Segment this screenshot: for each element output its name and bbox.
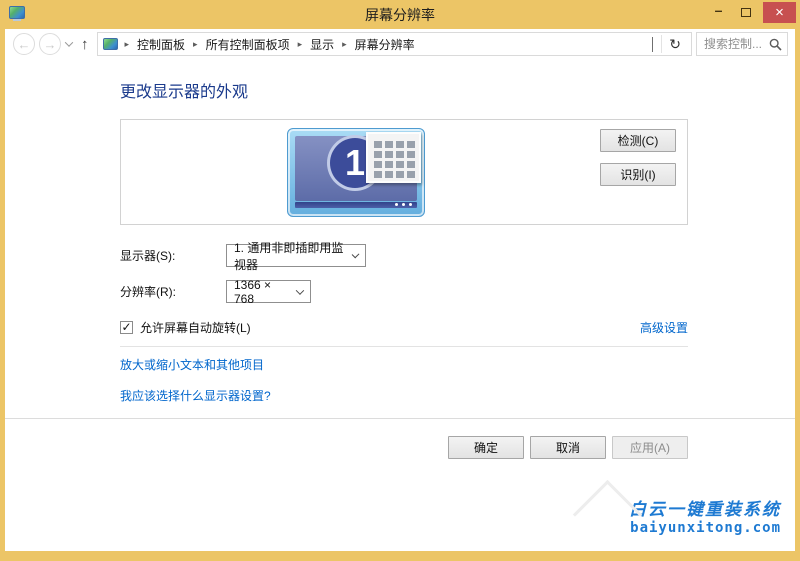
rotation-checkbox-label: 允许屏幕自动旋转(L) xyxy=(140,321,251,335)
dialog-buttons: 确定 取消 应用(A) xyxy=(5,436,688,459)
tile-grid-icon xyxy=(374,140,416,178)
preview-buttons: 检测(C) 识别(I) xyxy=(600,129,676,186)
ok-button[interactable]: 确定 xyxy=(448,436,524,459)
advanced-settings-link[interactable]: 高级设置 xyxy=(640,319,688,336)
watermark-title: 白云一键重装系统 xyxy=(629,499,781,519)
page-title: 更改显示器的外观 xyxy=(120,84,249,101)
breadcrumb-item-all-items[interactable]: 所有控制面板项 xyxy=(203,35,293,54)
monitor-bottom-strip xyxy=(295,202,417,208)
maximize-icon xyxy=(740,8,751,17)
breadcrumb-separator-icon: ▸ xyxy=(124,38,130,49)
address-bar: ← → ↑ ▸ 控制面板 ▸ 所有控制面板项 ▸ 显示 ▸ 屏幕分辨率 ↻ xyxy=(5,29,795,59)
identify-button[interactable]: 识别(I) xyxy=(600,163,676,186)
location-monitor-icon xyxy=(102,38,118,50)
detect-button[interactable]: 检测(C) xyxy=(600,129,676,152)
breadcrumb-separator-icon: ▸ xyxy=(297,38,303,49)
monitor-preview-panel: 1 检测(C) 识别(I) xyxy=(120,119,688,225)
back-button[interactable]: ← xyxy=(13,33,35,55)
forward-button[interactable]: → xyxy=(39,33,61,55)
start-screen-thumbnail xyxy=(366,132,421,183)
breadcrumb-item-screen-resolution[interactable]: 屏幕分辨率 xyxy=(352,35,418,54)
rotation-checkbox-group: ✓ 允许屏幕自动旋转(L) xyxy=(120,319,251,336)
close-button[interactable]: × xyxy=(763,2,796,23)
resolution-label: 分辨率(R): xyxy=(120,285,176,299)
cancel-button[interactable]: 取消 xyxy=(530,436,606,459)
search-icon[interactable] xyxy=(769,38,782,51)
window-title: 屏幕分辨率 xyxy=(365,6,435,23)
minimize-button[interactable]: – xyxy=(705,2,732,23)
display-settings-help-link[interactable]: 我应该选择什么显示器设置? xyxy=(120,389,271,403)
client-area: ← → ↑ ▸ 控制面板 ▸ 所有控制面板项 ▸ 显示 ▸ 屏幕分辨率 ↻ 搜索… xyxy=(5,29,795,551)
display-selected-value: 1. 通用非即插即用监视器 xyxy=(234,240,344,272)
resolution-selected-value: 1366 × 768 xyxy=(234,277,272,306)
resolution-select[interactable]: 1366 × 768 xyxy=(226,277,311,306)
chevron-down-icon xyxy=(351,250,360,259)
breadcrumb-separator-icon: ▸ xyxy=(193,38,198,49)
monitor-1-graphic[interactable]: 1 xyxy=(287,128,425,217)
check-icon: ✓ xyxy=(121,320,132,334)
resize-text-link[interactable]: 放大或缩小文本和其他项目 xyxy=(120,358,264,372)
chevron-down-icon xyxy=(652,37,654,52)
divider xyxy=(120,346,688,347)
divider xyxy=(5,418,795,419)
rotation-checkbox[interactable]: ✓ xyxy=(120,321,133,334)
watermark-url: baiyunxitong.com xyxy=(630,520,781,537)
display-label: 显示器(S): xyxy=(120,249,176,263)
recent-pages-dropdown[interactable] xyxy=(64,38,74,48)
monitor-dots-icon xyxy=(395,203,412,206)
watermark: 白云一键重装系统 baiyunxitong.com xyxy=(611,495,787,539)
window-controls: – × xyxy=(705,2,796,24)
minimize-icon: – xyxy=(714,1,723,18)
resolution-row: 分辨率(R): 1366 × 768 xyxy=(120,277,795,306)
options-row: ✓ 允许屏幕自动旋转(L) 高级设置 xyxy=(120,319,688,336)
titlebar: 屏幕分辨率 – × xyxy=(0,0,800,29)
breadcrumb[interactable]: ▸ 控制面板 ▸ 所有控制面板项 ▸ 显示 ▸ 屏幕分辨率 ↻ xyxy=(96,32,692,56)
monitor-number: 1 xyxy=(344,142,366,183)
refresh-icon: ↻ xyxy=(669,35,681,52)
up-icon: ↑ xyxy=(81,35,89,53)
back-icon: ← xyxy=(17,36,31,52)
display-select[interactable]: 1. 通用非即插即用监视器 xyxy=(226,241,366,272)
refresh-button[interactable]: ↻ xyxy=(662,36,688,53)
up-button[interactable]: ↑ xyxy=(81,36,89,53)
search-input[interactable] xyxy=(702,36,769,52)
screen-resolution-window: 屏幕分辨率 – × ← → ↑ ▸ 控制面板 ▸ 所有控制面板项 ▸ 显示 ▸ … xyxy=(0,0,800,561)
breadcrumb-item-display[interactable]: 显示 xyxy=(307,35,337,54)
apply-button[interactable]: 应用(A) xyxy=(612,436,688,459)
chevron-down-icon xyxy=(295,285,305,295)
search-box xyxy=(696,32,788,56)
address-dropdown-button[interactable] xyxy=(644,37,661,52)
close-icon: × xyxy=(775,4,784,21)
breadcrumb-item-control-panel[interactable]: 控制面板 xyxy=(134,35,188,54)
display-row: 显示器(S): 1. 通用非即插即用监视器 xyxy=(120,241,795,272)
forward-icon: → xyxy=(43,36,57,52)
breadcrumb-separator-icon: ▸ xyxy=(342,38,347,49)
chevron-down-icon xyxy=(64,38,74,47)
maximize-button[interactable] xyxy=(732,2,759,23)
